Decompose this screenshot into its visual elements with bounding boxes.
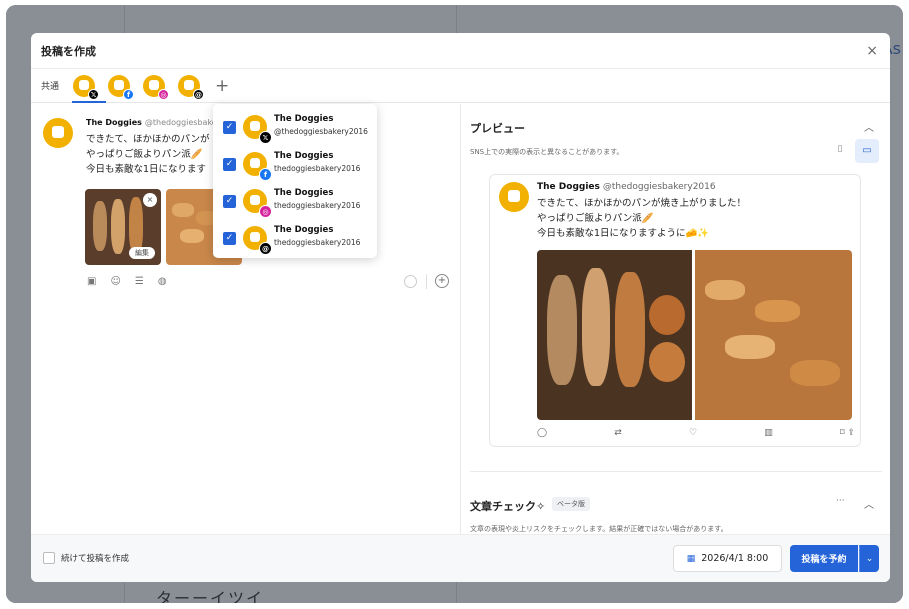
create-post-modal: 投稿を作成 × 共通 𝕏 f ◎ @ + The Doggies @thedogg…: [31, 33, 890, 582]
modal-footer: 続けて投稿を作成 ▦ 2026/4/1 8:00 投稿を予約 ⌄: [31, 534, 890, 582]
reply-icon: ◯: [537, 428, 548, 438]
account-option-facebook[interactable]: ✓ f The Doggies thedoggiesbakery2016: [223, 149, 373, 181]
avatar: 𝕏: [243, 115, 272, 144]
emoji-icon[interactable]: ☺: [110, 276, 120, 287]
x-icon: 𝕏: [88, 88, 100, 100]
account-option-threads[interactable]: ✓ @ The Doggies thedoggiesbakery2016: [223, 223, 373, 255]
list-icon[interactable]: ☰: [135, 276, 144, 287]
retweet-icon: ⇄: [614, 428, 622, 438]
preview-author: The Doggies @thedoggiesbakery2016: [537, 182, 716, 192]
tab-threads-account[interactable]: @: [178, 74, 205, 100]
add-thread-icon[interactable]: +: [435, 274, 449, 288]
background-bottom-text: ターーイツイ: [156, 589, 265, 603]
app-window: As ターーイツイ 投稿を作成 × 共通 𝕏 f ◎ @ + The Doggi…: [6, 5, 903, 603]
checkbox[interactable]: ✓: [223, 121, 236, 134]
threads-icon: @: [193, 88, 205, 100]
edit-image-button[interactable]: 編集: [129, 247, 155, 259]
active-tab-indicator: [72, 101, 106, 103]
checkbox[interactable]: ✓: [223, 232, 236, 245]
modal-title: 投稿を作成: [41, 44, 96, 58]
checkbox[interactable]: ✓: [223, 158, 236, 171]
image-thumbnail[interactable]: × 編集: [85, 189, 161, 265]
chevron-down-icon[interactable]: ⌄: [859, 545, 879, 572]
globe-icon[interactable]: ◍: [158, 276, 167, 287]
editor-toolbar: ▣ ☺ ☰ ◍: [87, 276, 167, 287]
avatar: @: [243, 226, 272, 255]
tab-facebook-account[interactable]: f: [108, 74, 135, 100]
text-check-title: 文章チェック✧: [470, 500, 546, 513]
avatar: ◎: [243, 189, 272, 218]
stats-icon: ▥: [764, 428, 773, 438]
mobile-icon[interactable]: ▯: [833, 144, 847, 158]
account-option-x[interactable]: ✓ 𝕏 The Doggies @thedoggiesbakery2016: [223, 112, 373, 144]
desktop-icon[interactable]: ▭: [855, 139, 879, 163]
avatar: [79, 79, 90, 90]
x-icon: 𝕏: [259, 131, 272, 144]
add-account-icon[interactable]: +: [215, 76, 229, 96]
schedule-post-button[interactable]: 投稿を予約: [790, 545, 858, 572]
preview-actions: ◯ ⇄ ♡ ▥ ⌑ ⇪: [537, 428, 855, 438]
chevron-up-icon[interactable]: ︿: [864, 119, 874, 134]
avatar: [114, 79, 125, 90]
preview-subtitle: SNS上での実際の表示と異なることがあります。: [470, 148, 624, 156]
avatar: [149, 79, 160, 90]
avatar: f: [243, 152, 272, 181]
modal-header: 投稿を作成: [31, 33, 890, 69]
tab-x-account[interactable]: 𝕏: [73, 74, 100, 100]
continue-checkbox[interactable]: [43, 552, 55, 564]
continue-label[interactable]: 続けて投稿を作成: [61, 552, 129, 564]
preview-panel: プレビュー ︿ SNS上での実際の表示と異なることがあります。 ▯ ▭ The …: [462, 104, 890, 534]
post-preview-card: The Doggies @thedoggiesbakery2016 できたて、ほか…: [489, 174, 861, 447]
checkbox[interactable]: ✓: [223, 195, 236, 208]
like-icon: ♡: [689, 428, 698, 438]
instagram-icon: ◎: [158, 88, 170, 100]
avatar: [184, 79, 195, 90]
chevron-up-icon[interactable]: ︿: [864, 496, 874, 511]
preview-image: [537, 250, 692, 420]
more-icon[interactable]: ···: [836, 496, 845, 506]
remove-image-button[interactable]: ×: [143, 193, 157, 207]
beta-badge: ベータ版: [552, 497, 590, 511]
tab-common[interactable]: 共通: [41, 79, 59, 92]
facebook-icon: f: [259, 168, 272, 181]
avatar: [499, 182, 529, 212]
text-check-subtitle: 文章の表現や炎上リスクをチェックします。結果が正確ではない場合があります。: [470, 525, 728, 533]
calendar-icon: ▦: [686, 553, 696, 564]
preview-title: プレビュー: [470, 122, 525, 135]
image-icon[interactable]: ▣: [87, 276, 96, 287]
post-text-editor[interactable]: できたて、ほかほかのパンが やっぱりご飯よりパン派🥖 今日も素敵な1日になります: [86, 132, 210, 177]
preview-image: [695, 250, 852, 420]
schedule-date-button[interactable]: ▦ 2026/4/1 8:00: [673, 545, 782, 572]
threads-icon: @: [259, 242, 272, 255]
preview-text: できたて、ほかほかのパンが焼き上がりました！ やっぱりご飯よりパン派🥖 今日も素…: [537, 198, 747, 239]
bookmark-share-icon: ⌑ ⇪: [839, 428, 855, 438]
instagram-icon: ◎: [259, 205, 272, 218]
char-count-indicator: [404, 275, 417, 288]
account-select-dropdown: ✓ 𝕏 The Doggies @thedoggiesbakery2016 ✓ …: [213, 104, 377, 258]
account-option-instagram[interactable]: ✓ ◎ The Doggies thedoggiesbakery2016: [223, 186, 373, 218]
facebook-icon: f: [123, 88, 135, 100]
avatar: [43, 118, 73, 148]
close-icon[interactable]: ×: [866, 43, 878, 59]
post-author: The Doggies @thedoggiesbakery: [86, 118, 225, 127]
account-tabs: 共通 𝕏 f ◎ @ +: [31, 69, 890, 103]
tab-instagram-account[interactable]: ◎: [143, 74, 170, 100]
